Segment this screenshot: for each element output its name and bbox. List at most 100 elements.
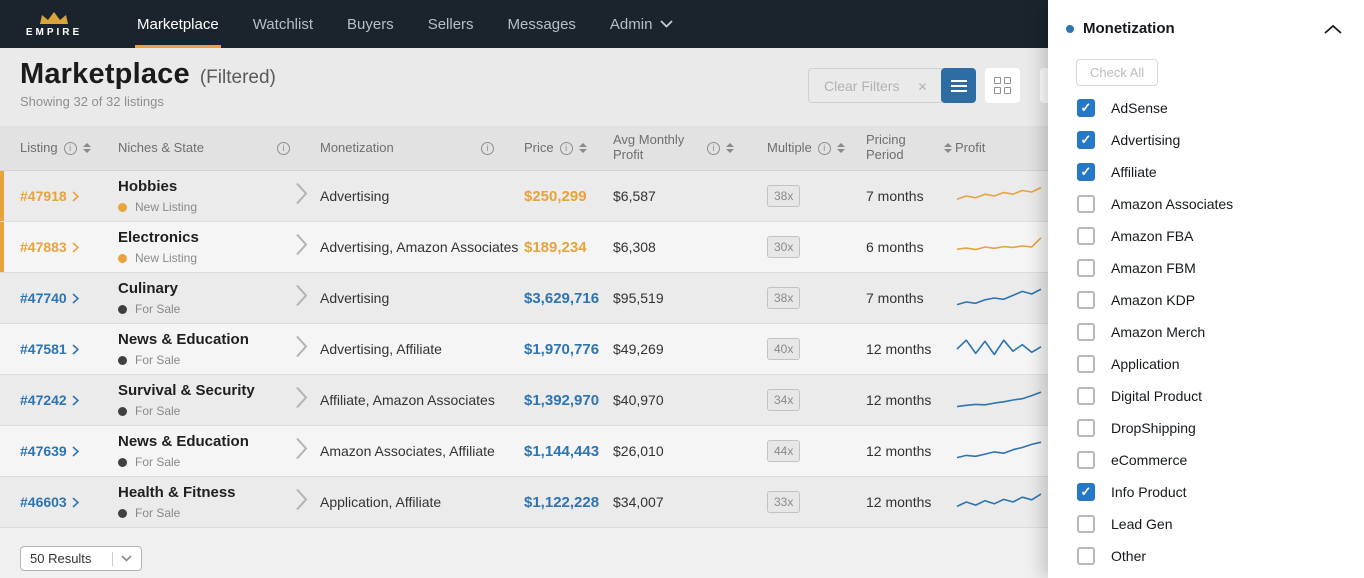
table-row[interactable]: #46603 Health & Fitness For Sale Applicatio… — [0, 477, 1100, 528]
price-cell: $1,122,228 — [524, 493, 600, 511]
sort-icon[interactable] — [944, 143, 952, 153]
expand-row-chevron-icon[interactable] — [295, 335, 308, 364]
checkbox-amazon-associates[interactable] — [1077, 195, 1095, 213]
profit-sparkline — [956, 186, 1042, 201]
filter-option-label: AdSense — [1111, 100, 1168, 116]
results-per-page-select[interactable]: 50 Results — [20, 546, 142, 571]
info-icon[interactable] — [707, 141, 720, 155]
listing-id-link[interactable]: #47740 — [0, 290, 100, 306]
niche-cell: News & Education For Sale — [100, 433, 318, 469]
checkbox-advertising[interactable] — [1077, 131, 1095, 149]
table-row[interactable]: #47740 Culinary For Sale Advertising $3,629,… — [0, 273, 1100, 324]
checkbox-amazon-merch[interactable] — [1077, 323, 1095, 341]
pricing-period-cell: 7 months — [866, 290, 924, 306]
grid-view-button[interactable] — [985, 68, 1020, 103]
clear-filters-button[interactable]: Clear Filters — [808, 68, 944, 103]
expand-row-chevron-icon[interactable] — [295, 437, 308, 466]
checkbox-info-product[interactable] — [1077, 483, 1095, 501]
checkbox-amazon-kdp[interactable] — [1077, 291, 1095, 309]
checkbox-amazon-fbm[interactable] — [1077, 259, 1095, 277]
expand-row-chevron-icon[interactable] — [295, 182, 308, 211]
filter-option-label: Other — [1111, 548, 1147, 564]
sort-icon[interactable] — [836, 143, 845, 153]
results-select-value: 50 Results — [30, 551, 92, 566]
monetization-cell: Advertising, Affiliate — [320, 341, 442, 357]
niche-name: Survival & Security — [118, 382, 255, 399]
info-icon[interactable] — [277, 141, 290, 155]
column-header-monetization: Monetization — [318, 140, 522, 156]
checkbox-dropshipping[interactable] — [1077, 419, 1095, 437]
table-row[interactable]: #47242 Survival & Security For Sale Affilia… — [0, 375, 1100, 426]
column-label: Avg Monthly Profit — [613, 132, 685, 162]
listing-id: #47918 — [20, 188, 67, 204]
expand-row-chevron-icon[interactable] — [295, 386, 308, 415]
column-label: Pricing Period — [866, 132, 906, 162]
multiple-badge: 30x — [767, 236, 801, 258]
checkbox-digital-product[interactable] — [1077, 387, 1095, 405]
info-icon[interactable] — [481, 141, 494, 155]
column-header-avg-monthly-profit[interactable]: Avg Monthly Profit — [610, 132, 760, 163]
info-icon[interactable] — [63, 141, 77, 155]
info-icon[interactable] — [559, 141, 573, 155]
checkbox-adsense[interactable] — [1077, 99, 1095, 117]
nav-item-buyers[interactable]: Buyers — [330, 0, 411, 48]
sort-icon[interactable] — [726, 143, 734, 153]
profit-sparkline — [956, 493, 1042, 508]
nav-item-messages[interactable]: Messages — [491, 0, 593, 48]
check-all-button[interactable]: Check All — [1076, 59, 1159, 86]
info-icon[interactable] — [817, 141, 831, 155]
nav-item-sellers[interactable]: Sellers — [411, 0, 491, 48]
column-header-listing[interactable]: Listing — [0, 140, 100, 156]
active-filter-dot — [1066, 24, 1074, 33]
expand-row-chevron-icon[interactable] — [295, 284, 308, 313]
table-row[interactable]: #47883 Electronics New Listing Advertising,… — [0, 222, 1100, 273]
list-view-button[interactable] — [941, 68, 976, 103]
title-row: Marketplace (Filtered) — [20, 58, 276, 91]
nav-item-label: Buyers — [347, 15, 394, 33]
chevron-down-icon — [660, 20, 674, 28]
pricing-period-cell: 12 months — [866, 443, 932, 459]
listing-id: #47883 — [20, 239, 67, 255]
checkbox-amazon-fba[interactable] — [1077, 227, 1095, 245]
listing-id-link[interactable]: #47883 — [0, 239, 100, 255]
table-row[interactable]: #47918 Hobbies New Listing Advertising $250,… — [0, 171, 1100, 222]
table-row[interactable]: #47581 News & Education For Sale Advertisin… — [0, 324, 1100, 375]
listing-id-link[interactable]: #46603 — [0, 494, 100, 510]
multiple-cell: 30x — [760, 236, 858, 258]
avg-monthly-profit-cell: $40,970 — [613, 392, 664, 408]
listing-state: For Sale — [118, 353, 284, 367]
nav-item-marketplace[interactable]: Marketplace — [120, 0, 236, 48]
filter-option-label: Info Product — [1111, 484, 1187, 500]
column-header-price[interactable]: Price — [522, 140, 610, 156]
price-cell: $1,144,443 — [524, 442, 600, 460]
listing-id-link[interactable]: #47918 — [0, 188, 100, 204]
multiple-badge: 33x — [767, 491, 801, 513]
nav-item-label: Admin — [609, 15, 653, 33]
sort-icon[interactable] — [578, 143, 587, 153]
monetization-cell: Application, Affiliate — [320, 494, 442, 510]
chevron-up-icon[interactable] — [1324, 24, 1342, 34]
checkbox-affiliate[interactable] — [1077, 163, 1095, 181]
filter-option: Affiliate — [1048, 156, 1364, 188]
listing-id-link[interactable]: #47639 — [0, 443, 100, 459]
checkbox-other[interactable] — [1077, 547, 1095, 565]
profit-sparkline — [956, 339, 1042, 356]
sort-icon[interactable] — [82, 143, 91, 153]
filter-option: Info Product — [1048, 476, 1364, 508]
filter-option: AdSense — [1048, 92, 1364, 124]
listing-id-link[interactable]: #47242 — [0, 392, 100, 408]
nav-item-admin[interactable]: Admin — [593, 0, 691, 48]
table-row[interactable]: #47639 News & Education For Sale Amazon Ass… — [0, 426, 1100, 477]
checkbox-ecommerce[interactable] — [1077, 451, 1095, 469]
expand-row-chevron-icon[interactable] — [295, 233, 308, 262]
empire-flippers-logo[interactable]: EMPIRE — [0, 0, 108, 48]
crown-icon — [40, 11, 68, 24]
column-header-multiple[interactable]: Multiple — [760, 140, 858, 156]
nav-item-watchlist[interactable]: Watchlist — [236, 0, 330, 48]
checkbox-lead-gen[interactable] — [1077, 515, 1095, 533]
expand-row-chevron-icon[interactable] — [295, 488, 308, 517]
listing-id-link[interactable]: #47581 — [0, 341, 100, 357]
pricing-period-cell: 12 months — [866, 341, 932, 357]
checkbox-application[interactable] — [1077, 355, 1095, 373]
column-header-pricing-period[interactable]: Pricing Period — [858, 132, 952, 163]
